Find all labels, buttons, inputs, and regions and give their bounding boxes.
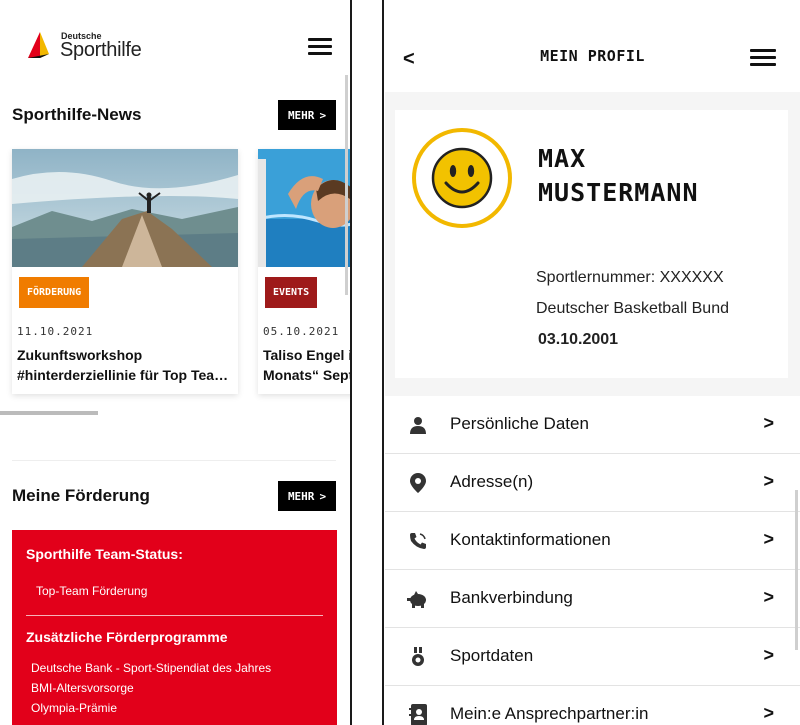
news-card[interactable]: EVENTS 05.10.2021 Taliso Engel is Monats… xyxy=(258,149,350,394)
program-item: BMI-Altersvorsorge xyxy=(31,681,134,695)
news-title-line: Taliso Engel is xyxy=(263,347,350,363)
menu-item-bankverbindung[interactable]: Bankverbindung > xyxy=(385,570,800,628)
news-title-line: Monats“ Sept xyxy=(263,367,350,383)
screen-divider xyxy=(382,0,384,725)
menu-item-label: Adresse(n) xyxy=(450,472,534,491)
foerderung-panel: Sporthilfe Team-Status: Top-Team Förderu… xyxy=(12,530,337,725)
news-tag[interactable]: EVENTS xyxy=(265,277,318,308)
more-label: MEHR xyxy=(287,108,315,122)
vertical-scrollbar[interactable] xyxy=(345,75,348,295)
program-item: Deutsche Bank - Sport-Stipendiat des Jah… xyxy=(31,661,272,675)
logo-text-big: Sporthilfe xyxy=(60,39,142,61)
menu-item-kontaktinformationen[interactable]: Kontaktinformationen > xyxy=(385,512,800,570)
page-title: MEIN PROFIL xyxy=(540,47,645,65)
profile-screen: < MEIN PROFIL MAX MUSTERMANN Sportlernum… xyxy=(385,0,800,725)
chevron-right-icon: > xyxy=(319,108,327,122)
chevron-right-icon: > xyxy=(763,413,774,433)
app-header: < MEIN PROFIL xyxy=(385,0,800,92)
chevron-right-icon: > xyxy=(763,703,774,723)
news-title-line: #hinterderziellinie für Top Tea… xyxy=(17,367,229,383)
chevron-right-icon: > xyxy=(763,471,774,491)
news-tag[interactable]: FÖRDERUNG xyxy=(19,277,90,308)
menu-item-adresse[interactable]: Adresse(n) > xyxy=(385,454,800,512)
panel-divider xyxy=(26,615,323,616)
athlete-name-last: MUSTERMANN xyxy=(538,178,699,207)
news-card[interactable]: FÖRDERUNG 11.10.2021 Zukunftsworkshop #h… xyxy=(12,149,238,394)
sporthilfe-logo[interactable]: Deutsche Sporthilfe xyxy=(27,30,167,62)
news-date: 11.10.2021 xyxy=(17,325,94,338)
menu-icon[interactable] xyxy=(750,49,776,67)
news-date: 05.10.2021 xyxy=(263,325,340,338)
news-image-mountain xyxy=(12,149,238,267)
menu-icon[interactable] xyxy=(308,38,332,56)
more-label: MEHR xyxy=(287,489,315,503)
news-title-line: Zukunftsworkshop xyxy=(17,347,143,363)
menu-item-label: Sportdaten xyxy=(450,646,534,665)
menu-item-label: Mein:e Ansprechpartner:in xyxy=(450,704,649,723)
program-item: Olympia-Prämie xyxy=(31,701,118,715)
team-status-value: Top-Team Förderung xyxy=(36,584,148,598)
menu-item-label: Bankverbindung xyxy=(450,588,573,607)
chevron-right-icon: > xyxy=(763,587,774,607)
piggy-bank-icon xyxy=(407,588,429,610)
profile-card: MAX MUSTERMANN Sportlernummer: XXXXXX De… xyxy=(395,110,788,378)
sporthilfe-home-screen: Deutsche Sporthilfe Sporthilfe-News MEHR… xyxy=(0,0,350,725)
news-section-title: Sporthilfe-News xyxy=(12,105,142,124)
chevron-right-icon: > xyxy=(319,489,327,503)
medal-icon xyxy=(407,646,429,668)
person-icon xyxy=(407,414,429,436)
section-divider xyxy=(12,460,336,461)
chevron-right-icon: > xyxy=(763,529,774,549)
foerderung-more-button[interactable]: MEHR > xyxy=(278,481,336,511)
menu-item-sportdaten[interactable]: Sportdaten > xyxy=(385,628,800,686)
news-image-swimmer xyxy=(258,149,350,267)
location-pin-icon xyxy=(407,472,429,494)
avatar[interactable] xyxy=(412,128,512,228)
birthdate: 03.10.2001 xyxy=(538,331,619,348)
vertical-scrollbar[interactable] xyxy=(795,490,798,650)
athlete-name-first: MAX xyxy=(538,144,587,173)
screen-divider xyxy=(350,0,352,725)
team-status-heading: Sporthilfe Team-Status: xyxy=(26,546,183,562)
menu-item-ansprechpartner[interactable]: Mein:e Ansprechpartner:in > xyxy=(385,686,800,725)
horizontal-scrollbar[interactable] xyxy=(0,411,98,415)
menu-item-label: Persönliche Daten xyxy=(450,414,589,433)
chevron-right-icon: > xyxy=(763,645,774,665)
smiley-icon xyxy=(431,147,493,209)
contact-book-icon xyxy=(407,704,429,725)
logo-triangle-icon xyxy=(28,32,49,58)
athlete-number: Sportlernummer: XXXXXX xyxy=(536,269,724,286)
news-more-button[interactable]: MEHR > xyxy=(278,100,336,130)
foerderung-section-title: Meine Förderung xyxy=(12,486,150,505)
phone-icon xyxy=(407,530,429,552)
programs-heading: Zusätzliche Förderprogramme xyxy=(26,629,228,645)
menu-item-label: Kontaktinformationen xyxy=(450,530,611,549)
menu-item-persoenliche-daten[interactable]: Persönliche Daten > xyxy=(385,396,800,454)
federation: Deutscher Basketball Bund xyxy=(536,300,729,317)
